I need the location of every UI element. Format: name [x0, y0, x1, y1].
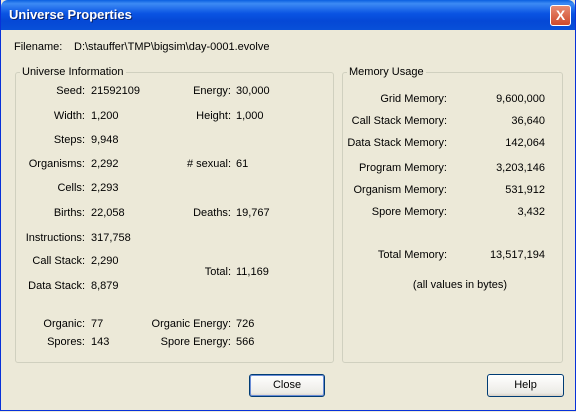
total-memory-label: Total Memory:: [377, 249, 447, 261]
universe-properties-dialog: Universe Properties X Filename: D:\stauf…: [0, 0, 576, 411]
organisms-value: 2,292: [91, 158, 119, 170]
callstack-memory-value: 36,640: [511, 115, 545, 127]
total-memory-value: 13,517,194: [489, 249, 545, 261]
organism-memory-value: 531,912: [505, 184, 545, 196]
organism-memory-label: Organism Memory:: [353, 184, 447, 196]
spore-memory-value: 3,432: [517, 206, 545, 218]
stack-total-value: 11,169: [236, 266, 269, 278]
close-window-icon[interactable]: X: [550, 5, 571, 26]
callstack-memory-label: Call Stack Memory:: [351, 115, 447, 127]
program-memory-value: 3,203,146: [496, 162, 545, 174]
steps-value: 9,948: [91, 134, 119, 146]
callstack-value: 2,290: [91, 255, 119, 267]
height-label: Height:: [196, 110, 231, 122]
spores-value: 143: [91, 336, 110, 348]
instructions-value: 317,758: [91, 232, 131, 244]
datastack-memory-value: 142,064: [505, 137, 545, 149]
memory-usage-title: Memory Usage: [347, 66, 426, 78]
cells-label: Cells:: [57, 182, 85, 194]
steps-label: Steps:: [53, 134, 85, 146]
height-value: 1,000: [236, 110, 264, 122]
stack-total-label: Total:: [204, 266, 231, 278]
grid-memory-label: Grid Memory:: [380, 93, 447, 105]
filename-label: Filename:: [14, 41, 63, 53]
datastack-value: 8,879: [91, 280, 119, 292]
datastack-label: Data Stack:: [28, 280, 85, 292]
energy-value: 30,000: [236, 85, 270, 97]
seed-value: 21592109: [91, 85, 140, 97]
deaths-value: 19,767: [236, 207, 270, 219]
sexual-value: 61: [236, 158, 249, 170]
organic-energy-label: Organic Energy:: [151, 318, 231, 330]
grid-memory-value: 9,600,000: [496, 93, 545, 105]
seed-label: Seed:: [56, 85, 85, 97]
filename-value: D:\stauffer\TMP\bigsim\day-0001.evolve: [74, 41, 270, 53]
width-value: 1,200: [91, 110, 119, 122]
births-label: Births:: [53, 207, 85, 219]
spores-label: Spores:: [47, 336, 85, 348]
organic-energy-value: 726: [236, 318, 255, 330]
memory-units-note: (all values in bytes): [412, 279, 508, 291]
datastack-memory-label: Data Stack Memory:: [347, 137, 447, 149]
title-bar[interactable]: Universe Properties X: [1, 0, 575, 30]
sexual-label: # sexual:: [186, 158, 231, 170]
spore-energy-label: Spore Energy:: [160, 336, 231, 348]
callstack-label: Call Stack:: [32, 255, 85, 267]
universe-information-title: Universe Information: [20, 66, 126, 78]
instructions-label: Instructions:: [25, 232, 85, 244]
organic-value: 77: [91, 318, 104, 330]
close-button[interactable]: Close: [249, 374, 325, 397]
energy-label: Energy:: [193, 85, 231, 97]
deaths-label: Deaths:: [193, 207, 231, 219]
width-label: Width:: [53, 110, 85, 122]
organisms-label: Organisms:: [28, 158, 85, 170]
help-button[interactable]: Help: [487, 374, 564, 397]
program-memory-label: Program Memory:: [358, 162, 447, 174]
spore-memory-label: Spore Memory:: [371, 206, 447, 218]
cells-value: 2,293: [91, 182, 119, 194]
spore-energy-value: 566: [236, 336, 255, 348]
organic-label: Organic:: [43, 318, 85, 330]
births-value: 22,058: [91, 207, 125, 219]
window-title: Universe Properties: [9, 7, 132, 22]
